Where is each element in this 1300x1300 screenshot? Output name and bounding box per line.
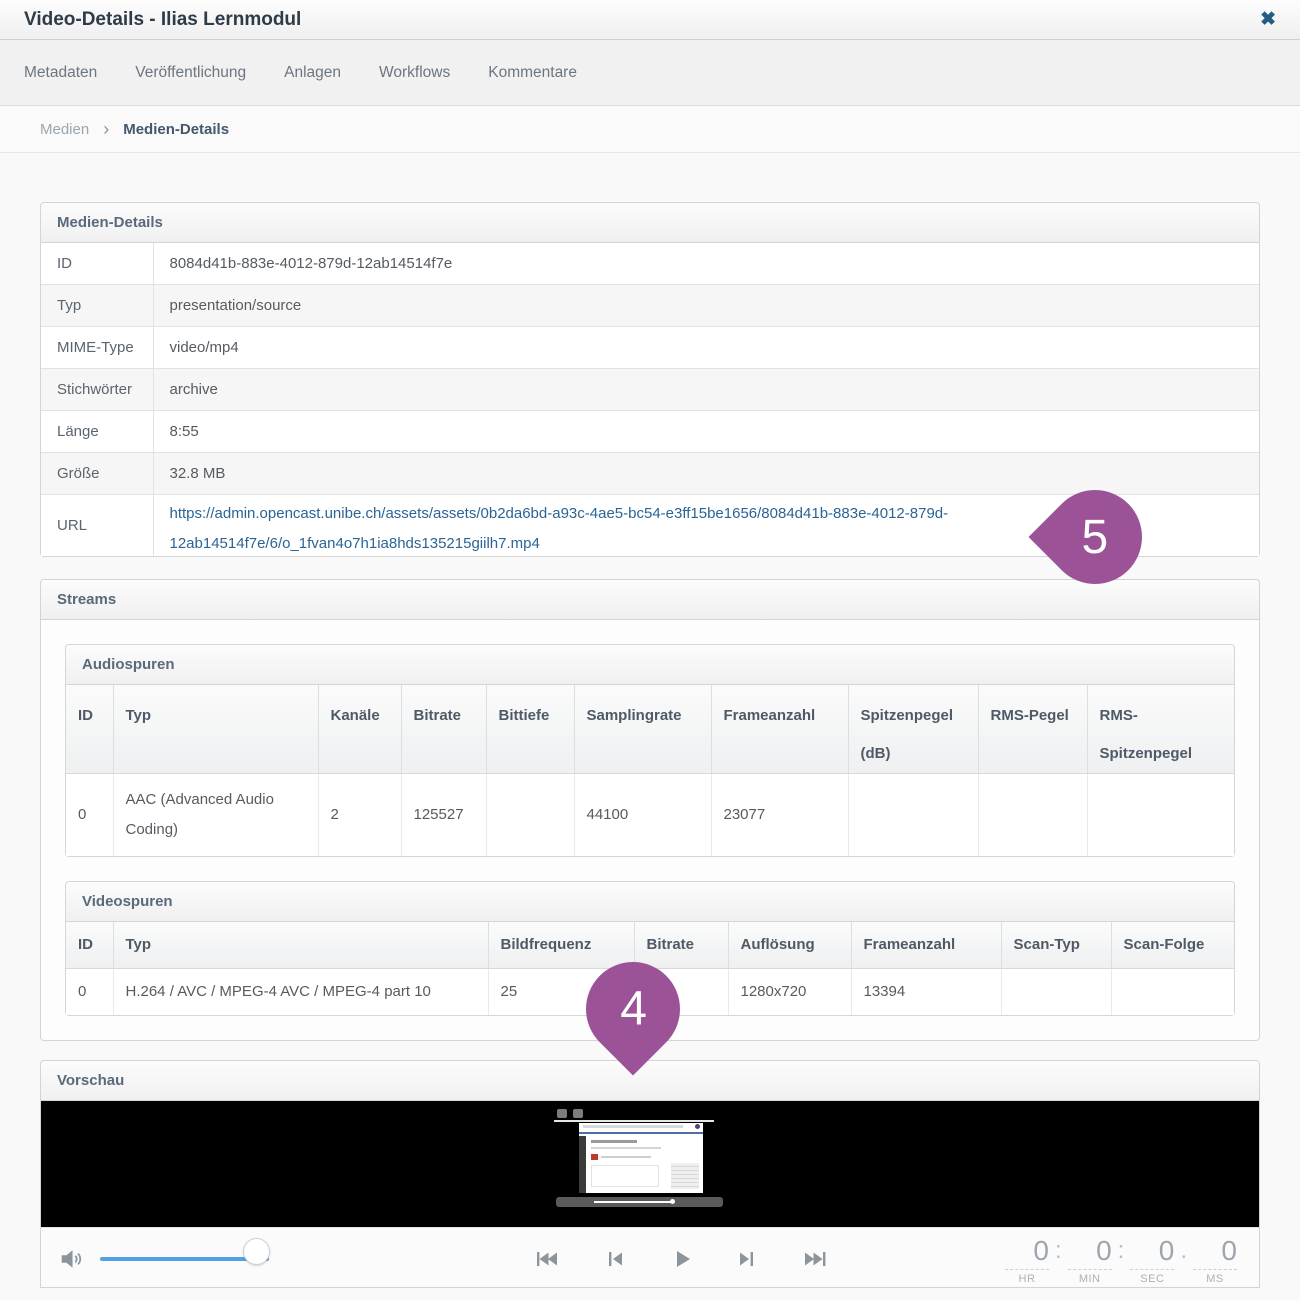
skip-to-start-button[interactable]	[534, 1247, 558, 1271]
row-value: 8084d41b-883e-4012-879d-12ab14514f7e	[153, 243, 1259, 285]
row-value: archive	[153, 369, 1259, 411]
preview-panel: Vorschau	[40, 1060, 1260, 1288]
timecode-display: 0 HR : 0 MIN : 0 SEC . 0 MS	[1005, 1235, 1237, 1285]
column-header: Typ	[113, 922, 488, 969]
media-details-title: Medien-Details	[41, 203, 1259, 243]
cell	[1111, 969, 1234, 1015]
video-canvas[interactable]	[41, 1101, 1259, 1227]
row-label: Länge	[41, 411, 153, 453]
video-preview-thumbnail	[551, 1107, 738, 1221]
row-value: presentation/source	[153, 285, 1259, 327]
row-label: MIME-Type	[41, 327, 153, 369]
column-header: ID	[66, 922, 113, 969]
tab-metadaten[interactable]: Metadaten	[24, 64, 97, 82]
row-label: Stichwörter	[41, 369, 153, 411]
column-header: Frameanzahl	[851, 922, 1001, 969]
table-row: Größe 32.8 MB	[41, 453, 1259, 495]
column-header: Samplingrate	[574, 685, 711, 774]
preview-title: Vorschau	[41, 1061, 1259, 1101]
tab-anlagen[interactable]: Anlagen	[284, 64, 341, 82]
cell: H.264 / AVC / MPEG-4 AVC / MPEG-4 part 1…	[113, 969, 488, 1015]
media-url-link[interactable]: https://admin.opencast.unibe.ch/assets/a…	[170, 499, 1028, 556]
table-row: Länge 8:55	[41, 411, 1259, 453]
timer-ms-input[interactable]: 0 MS	[1193, 1235, 1237, 1285]
previous-frame-button[interactable]	[602, 1247, 626, 1271]
thumbnail-player-bar	[556, 1197, 723, 1207]
cell: 0	[66, 969, 113, 1015]
timer-seconds-input[interactable]: 0 SEC	[1130, 1235, 1174, 1285]
cell	[848, 774, 978, 856]
column-header: Bildfrequenz	[488, 922, 634, 969]
window-header: Video-Details - Ilias Lernmodul ✖	[0, 0, 1300, 40]
cell	[486, 774, 574, 856]
column-header: Kanäle	[318, 685, 401, 774]
row-label: Größe	[41, 453, 153, 495]
table-row: MIME-Type video/mp4	[41, 327, 1259, 369]
play-button[interactable]	[670, 1247, 694, 1271]
tab-workflows[interactable]: Workflows	[379, 64, 450, 82]
close-icon[interactable]: ✖	[1260, 10, 1276, 29]
table-row: 0 AAC (Advanced Audio Coding) 2 125527 4…	[66, 774, 1234, 856]
table-row: Typ presentation/source	[41, 285, 1259, 327]
column-header: Spitzenpegel (dB)	[848, 685, 978, 774]
row-label: URL	[41, 495, 153, 557]
cell: 0	[66, 774, 113, 856]
video-tracks-title: Videospuren	[66, 882, 1234, 922]
timer-hours-input[interactable]: 0 HR	[1005, 1235, 1049, 1285]
column-header: Bittiefe	[486, 685, 574, 774]
next-frame-button[interactable]	[736, 1247, 760, 1271]
row-value: 8:55	[153, 411, 1259, 453]
volume-slider-knob[interactable]	[243, 1238, 270, 1265]
cell: 125527	[401, 774, 486, 856]
breadcrumb-medien[interactable]: Medien	[40, 121, 89, 138]
cell: 1280x720	[728, 969, 851, 1015]
row-label: Typ	[41, 285, 153, 327]
cell	[1087, 774, 1234, 856]
column-header: Scan-Folge	[1111, 922, 1234, 969]
cell: 13394	[851, 969, 1001, 1015]
table-row: Stichwörter archive	[41, 369, 1259, 411]
audio-tracks-title: Audiospuren	[66, 645, 1234, 685]
row-value: video/mp4	[153, 327, 1259, 369]
column-header: Scan-Typ	[1001, 922, 1111, 969]
table-row: ID 8084d41b-883e-4012-879d-12ab14514f7e	[41, 243, 1259, 285]
timer-minutes-input[interactable]: 0 MIN	[1068, 1235, 1112, 1285]
audio-tracks-table: ID Typ Kanäle Bitrate Bittiefe Samplingr…	[66, 685, 1234, 856]
breadcrumb: Medien › Medien-Details	[0, 106, 1300, 153]
cell: 23077	[711, 774, 848, 856]
audio-tracks-panel: Audiospuren ID Typ Kanäle Bitrate Bittie…	[65, 644, 1235, 857]
cell: AAC (Advanced Audio Coding)	[113, 774, 318, 856]
tab-bar: Metadaten Veröffentlichung Anlagen Workf…	[0, 40, 1300, 106]
chevron-right-icon: ›	[103, 120, 109, 138]
column-header: Auflösung	[728, 922, 851, 969]
column-header: Bitrate	[634, 922, 728, 969]
row-value: 32.8 MB	[153, 453, 1259, 495]
player-controls: 0 HR : 0 MIN : 0 SEC . 0 MS	[41, 1227, 1259, 1287]
page-title: Video-Details - Ilias Lernmodul	[24, 9, 301, 31]
column-header: Frameanzahl	[711, 685, 848, 774]
column-header: RMS-Pegel	[978, 685, 1087, 774]
cell	[1001, 969, 1111, 1015]
cell: 44100	[574, 774, 711, 856]
player-mode-icons	[557, 1109, 583, 1118]
skip-to-end-button[interactable]	[804, 1247, 828, 1271]
volume-icon[interactable]	[59, 1246, 85, 1272]
column-header: RMS-Spitzenpegel	[1087, 685, 1234, 774]
column-header: ID	[66, 685, 113, 774]
row-label: ID	[41, 243, 153, 285]
thumbnail-browser-window	[579, 1123, 703, 1193]
breadcrumb-medien-details: Medien-Details	[123, 121, 229, 138]
tab-veroeffentlichung[interactable]: Veröffentlichung	[135, 64, 246, 82]
cell	[978, 774, 1087, 856]
column-header: Typ	[113, 685, 318, 774]
streams-title: Streams	[41, 580, 1259, 620]
column-header: Bitrate	[401, 685, 486, 774]
cell: 2	[318, 774, 401, 856]
tab-kommentare[interactable]: Kommentare	[488, 64, 577, 82]
